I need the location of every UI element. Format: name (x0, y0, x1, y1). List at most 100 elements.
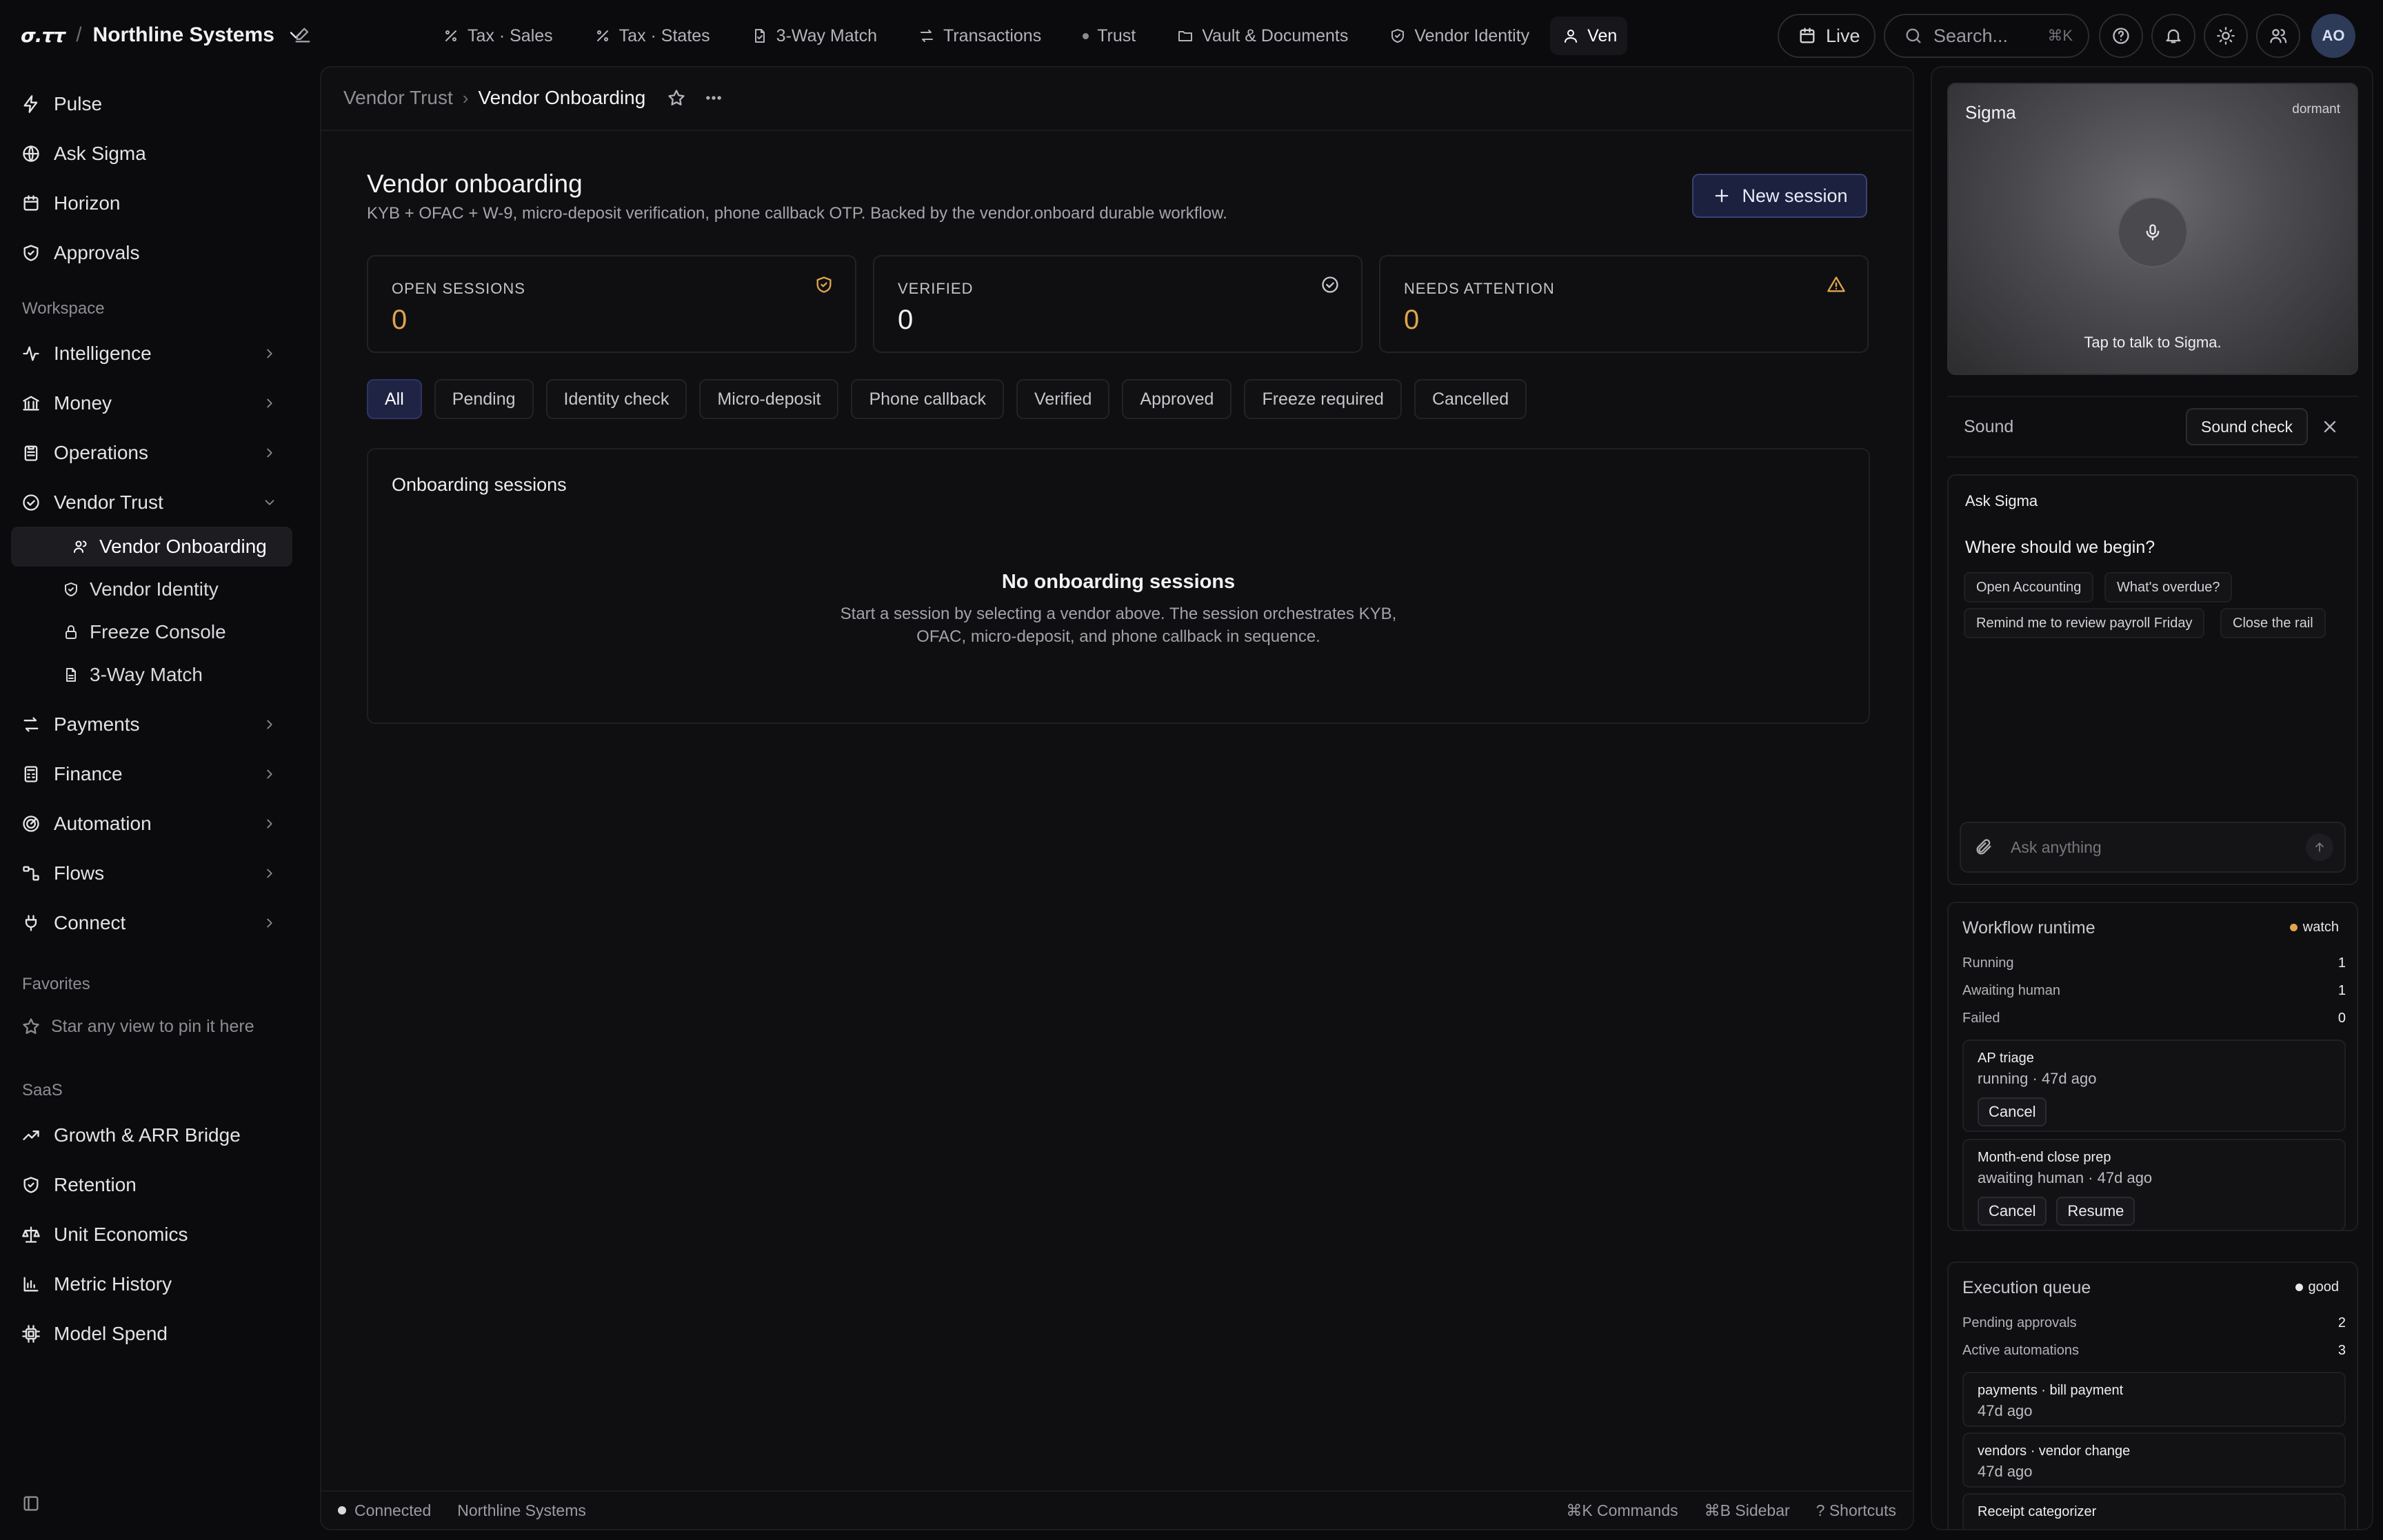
sidebar-item-vendor-trust[interactable]: Vendor Trust (11, 483, 292, 523)
suggestion-chip[interactable]: Open Accounting (1964, 572, 2094, 602)
sidebar-item-freeze-console[interactable]: Freeze Console (11, 612, 292, 652)
sidebar-item-label: Money (54, 392, 112, 414)
sidebar-item-flows[interactable]: Flows (11, 853, 292, 893)
ask-sigma-card: Ask Sigma Where should we begin? Open Ac… (1947, 474, 2358, 885)
sidebar-item-approvals[interactable]: Approvals (11, 233, 292, 273)
suggestion-chip[interactable]: Close the rail (2220, 608, 2326, 638)
tab-3-way-match[interactable]: 3-Way Match (731, 17, 898, 55)
more-icon[interactable] (703, 88, 724, 108)
notifications-button[interactable] (2151, 14, 2195, 58)
tab-trust[interactable]: Trust (1062, 17, 1156, 55)
paperclip-icon[interactable] (1973, 837, 1994, 858)
queue-item[interactable]: payments · bill payment 47d ago (1962, 1372, 2346, 1427)
search-input[interactable]: Search... ⌘K (1884, 14, 2089, 58)
favorites-section-label: Favorites (22, 975, 90, 993)
right-rail: Sigma dormant Tap to talk to Sigma. Soun… (1931, 66, 2373, 1530)
help-button[interactable] (2099, 14, 2143, 58)
mic-button[interactable] (2118, 197, 2188, 267)
filter-approved[interactable]: Approved (1122, 379, 1232, 419)
suggestion-chip[interactable]: Remind me to review payroll Friday (1964, 608, 2205, 638)
sidebar-item-label: Vendor Trust (54, 492, 163, 513)
badge-check-icon (21, 492, 41, 513)
queue-status-badge: good (2295, 1279, 2339, 1295)
tab-vendor-identity[interactable]: Vendor Identity (1369, 17, 1550, 55)
sidebar-item-connect[interactable]: Connect (11, 903, 292, 943)
sidebar-item-pulse[interactable]: Pulse (11, 84, 292, 124)
sidebar-item-horizon[interactable]: Horizon (11, 183, 292, 223)
org-switcher[interactable]: Northline Systems (93, 23, 274, 47)
sidebar-item-ask-sigma[interactable]: Ask Sigma (11, 134, 292, 174)
tab-vault-documents[interactable]: Vault & Documents (1156, 17, 1369, 55)
filter-pending[interactable]: Pending (434, 379, 534, 419)
tab-vendor-onboarding[interactable]: Ven (1550, 17, 1628, 55)
empty-state-title: No onboarding sessions (1001, 571, 1236, 593)
filter-all[interactable]: All (367, 379, 422, 419)
status-footer: Connected Northline Systems ⌘K Commands … (321, 1490, 1913, 1529)
sidebar-item-3-way-match[interactable]: 3-Way Match (11, 655, 292, 695)
sidebar-item-automation[interactable]: Automation (11, 804, 292, 844)
filter-cancelled[interactable]: Cancelled (1414, 379, 1527, 419)
sidebar-item-label: Flows (54, 862, 105, 884)
tab-tax-sales[interactable]: Tax · Sales (422, 17, 574, 55)
new-session-button[interactable]: New session (1692, 174, 1867, 218)
chevron-right-icon (259, 714, 280, 735)
theme-toggle-button[interactable] (2204, 14, 2248, 58)
shortcuts-link[interactable]: ? Shortcuts (1816, 1501, 1896, 1520)
activity-icon (21, 343, 41, 364)
send-button[interactable] (2306, 833, 2333, 861)
star-icon[interactable] (666, 88, 687, 108)
sidebar-shortcut[interactable]: ⌘B Sidebar (1705, 1501, 1790, 1520)
filter-phone-callback[interactable]: Phone callback (851, 379, 1005, 419)
sidebar-item-model-spend[interactable]: Model Spend (11, 1314, 292, 1354)
queue-item[interactable]: vendors · vendor change 47d ago (1962, 1432, 2346, 1488)
resume-button[interactable]: Resume (2056, 1197, 2135, 1226)
live-button[interactable]: Live (1778, 14, 1876, 58)
filter-micro-deposit[interactable]: Micro-deposit (699, 379, 839, 419)
tab-transactions[interactable]: Transactions (898, 17, 1062, 55)
close-icon[interactable] (2320, 416, 2340, 437)
team-button[interactable] (2256, 14, 2300, 58)
tab-tax-states[interactable]: Tax · States (574, 17, 731, 55)
filter-verified[interactable]: Verified (1016, 379, 1110, 419)
search-shortcut: ⌘K (2047, 27, 2073, 44)
sidebar-item-retention[interactable]: Retention (11, 1165, 292, 1205)
cancel-button[interactable]: Cancel (1978, 1097, 2047, 1126)
chevron-right-icon (259, 813, 280, 834)
stat-value: 0 (898, 305, 914, 335)
sidebar-item-vendor-identity[interactable]: Vendor Identity (11, 569, 292, 609)
compose-icon[interactable] (292, 25, 313, 45)
sigma-voice-card: Sigma dormant Tap to talk to Sigma. (1947, 83, 2358, 375)
sidebar-item-payments[interactable]: Payments (11, 705, 292, 744)
avatar[interactable]: AO (2311, 14, 2355, 58)
filter-identity-check[interactable]: Identity check (545, 379, 687, 419)
workspace-section-label: Workspace (22, 299, 105, 318)
check-circle-icon (1320, 274, 1340, 295)
live-label: Live (1826, 25, 1860, 46)
sidebar-item-vendor-onboarding[interactable]: Vendor Onboarding (11, 527, 292, 567)
sidebar-item-growth-arr-bridge[interactable]: Growth & ARR Bridge (11, 1115, 292, 1155)
sidebar-item-finance[interactable]: Finance (11, 754, 292, 794)
breadcrumb-parent[interactable]: Vendor Trust (343, 87, 453, 109)
job-actions: Cancel Resume (1978, 1197, 2135, 1226)
sidebar-item-operations[interactable]: Operations (11, 433, 292, 473)
sidebar-item-unit-economics[interactable]: Unit Economics (11, 1215, 292, 1255)
suggestion-chip[interactable]: What's overdue? (2104, 572, 2233, 602)
sound-check-button[interactable]: Sound check (2186, 408, 2308, 445)
sidebar-item-label: Horizon (54, 192, 121, 214)
filter-freeze-required[interactable]: Freeze required (1244, 379, 1402, 419)
cancel-button[interactable]: Cancel (1978, 1197, 2047, 1226)
ask-sigma-input[interactable]: Ask anything (1960, 822, 2346, 873)
chevron-right-icon (259, 863, 280, 884)
sidebar-item-label: Model Spend (54, 1323, 168, 1344)
sidebar-item-metric-history[interactable]: Metric History (11, 1264, 292, 1304)
workflow-runtime-panel: Workflow runtime watch Running 1 Awaiting… (1947, 902, 2358, 1231)
sidebar-toggle-icon[interactable] (21, 1493, 41, 1514)
queue-item[interactable]: Receipt categorizer (1962, 1493, 2346, 1529)
folder-icon (1177, 28, 1194, 44)
sidebar-item-label: Vendor Identity (90, 578, 219, 600)
logo[interactable]: σ.ττ (21, 24, 66, 47)
commands-shortcut[interactable]: ⌘K Commands (1566, 1501, 1678, 1520)
sidebar-item-money[interactable]: Money (11, 383, 292, 423)
row-label: Running (1962, 955, 2014, 971)
sidebar-item-intelligence[interactable]: Intelligence (11, 334, 292, 374)
